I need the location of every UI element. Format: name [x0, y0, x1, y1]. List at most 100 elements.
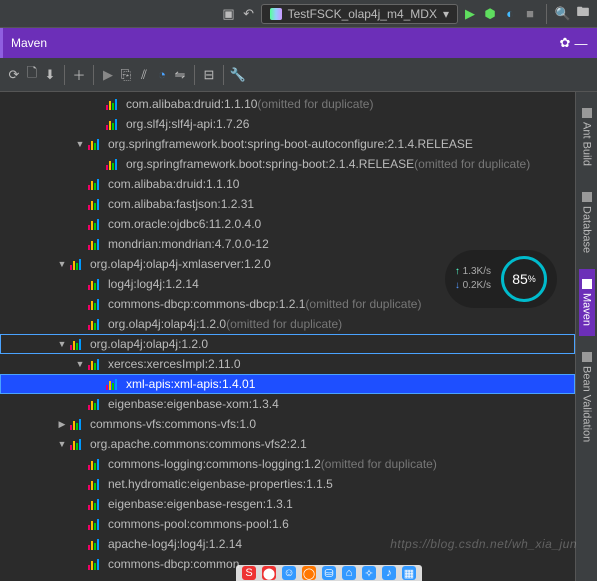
tool-tab-database[interactable]: Database [579, 182, 595, 263]
node-label: org.olap4j:olap4j:1.2.0 [108, 317, 226, 331]
node-note: (omitted for duplicate) [321, 457, 437, 471]
debug-icon[interactable]: ⬢ [482, 6, 498, 22]
usage-circle: 85% [501, 256, 547, 302]
tree-node[interactable]: ▼ org.springframework.boot:spring-boot-au… [0, 134, 575, 154]
main-area: com.alibaba:druid:1.1.10 (omitted for du… [0, 92, 597, 581]
node-label: com.alibaba:druid:1.1.10 [126, 97, 257, 111]
dependency-tree[interactable]: com.alibaba:druid:1.1.10 (omitted for du… [0, 92, 575, 581]
tree-node[interactable]: net.hydromatic:eigenbase-properties:1.1.… [0, 474, 575, 494]
tree-node[interactable]: ▶commons-vfs:commons-vfs:1.0 [0, 414, 575, 434]
dock-app-icon[interactable]: ♪ [382, 566, 396, 580]
dependency-icon [88, 458, 104, 470]
node-label: commons-dbcp:commons-dbcp:1.2.1 [108, 297, 305, 311]
node-note: (omitted for duplicate) [257, 97, 373, 111]
stop-icon[interactable]: ■ [522, 6, 538, 22]
chevron-down-icon[interactable]: ▼ [74, 358, 86, 370]
node-label: org.olap4j:olap4j:1.2.0 [90, 337, 208, 351]
chevron-down-icon[interactable]: ▼ [56, 258, 68, 270]
minimize-icon[interactable]: — [573, 35, 589, 51]
node-label: xml-apis:xml-apis:1.4.01 [126, 377, 255, 391]
node-label: eigenbase:eigenbase-xom:1.3.4 [108, 397, 279, 411]
dependency-icon [70, 258, 86, 270]
tree-node[interactable]: com.alibaba:druid:1.1.10 (omitted for du… [0, 94, 575, 114]
node-label: commons-logging:commons-logging:1.2 [108, 457, 321, 471]
chevron-down-icon[interactable]: ▼ [56, 438, 68, 450]
node-label: com.oracle:ojdbc6:11.2.0.4.0 [108, 217, 261, 231]
maven-panel-header: Maven ✿ — [0, 28, 597, 58]
run-maven-icon[interactable]: ▶ [100, 67, 116, 83]
tree-node[interactable]: commons-logging:commons-logging:1.2 (omi… [0, 454, 575, 474]
node-label: mondrian:mondrian:4.7.0.0-12 [108, 237, 269, 251]
database-icon [582, 192, 592, 202]
project-icon[interactable]: 🖿 [575, 6, 591, 22]
generate-sources-icon[interactable]: 🗋 [24, 67, 40, 83]
tree-node[interactable]: xml-apis:xml-apis:1.4.01 [0, 374, 575, 394]
right-tool-tabs: Ant Build Database Maven Bean Validation [575, 92, 597, 581]
node-label: eigenbase:eigenbase-resgen:1.3.1 [108, 497, 293, 511]
dependency-icon [88, 138, 104, 150]
dock-app-icon[interactable]: ⛁ [322, 566, 336, 580]
collapse-icon[interactable]: ⊟ [201, 67, 217, 83]
search-icon[interactable]: 🔍 [555, 6, 571, 22]
download-icon[interactable]: ⬇ [42, 67, 58, 83]
back-icon[interactable]: ↶ [241, 6, 257, 22]
dock-app-icon[interactable]: ✧ [362, 566, 376, 580]
add-icon[interactable]: ＋ [71, 67, 87, 83]
chevron-right-icon[interactable]: ▶ [56, 418, 68, 430]
toggle-skip-tests-icon[interactable]: ◔ [154, 67, 170, 83]
tree-node[interactable]: ▼xerces:xercesImpl:2.11.0 [0, 354, 575, 374]
tree-node[interactable]: commons-pool:commons-pool:1.6 [0, 514, 575, 534]
node-note: (omitted for duplicate) [414, 157, 530, 171]
execute-goal-icon[interactable]: ⎘ [118, 67, 134, 83]
refresh-icon[interactable]: ⟳ [6, 67, 22, 83]
tree-node[interactable]: eigenbase:eigenbase-resgen:1.3.1 [0, 494, 575, 514]
tab-label: Maven [581, 293, 593, 326]
tree-node[interactable]: org.slf4j:slf4j-api:1.7.26 [0, 114, 575, 134]
tree-node[interactable]: com.alibaba:fastjson:1.2.31 [0, 194, 575, 214]
dependency-icon [88, 518, 104, 530]
top-toolbar: ▣ ↶ TestFSCK_olap4j_m4_MDX ▾ ▶ ⬢ ◐ ■ 🔍 🖿 [0, 0, 597, 28]
dependency-icon [88, 558, 104, 570]
wrench-icon[interactable]: 🔧 [230, 67, 246, 83]
run-icon[interactable]: ▶ [462, 6, 478, 22]
dependency-icon [88, 198, 104, 210]
show-deps-icon[interactable]: ⇋ [172, 67, 188, 83]
toggle-offline-icon[interactable]: ⫽ [136, 67, 152, 83]
coverage-icon[interactable]: ◐ [502, 6, 518, 22]
tool-tab-maven[interactable]: Maven [579, 269, 595, 336]
maven-icon [582, 279, 592, 289]
chevron-down-icon[interactable]: ▼ [74, 138, 86, 150]
dependency-icon [88, 358, 104, 370]
node-label: org.slf4j:slf4j-api:1.7.26 [126, 117, 249, 131]
tree-node[interactable]: com.alibaba:druid:1.1.10 [0, 174, 575, 194]
dock-app-icon[interactable]: ⌂ [342, 566, 356, 580]
taskbar-dock: S ⬤ ☺ ◯ ⛁ ⌂ ✧ ♪ ▦ [236, 565, 422, 581]
dock-app-icon[interactable]: S [242, 566, 256, 580]
dependency-icon [106, 118, 122, 130]
tab-label: Bean Validation [581, 366, 593, 442]
tool-tab-beanval[interactable]: Bean Validation [579, 342, 595, 452]
tree-node[interactable]: org.olap4j:olap4j:1.2.0 (omitted for dup… [0, 314, 575, 334]
tool-tab-antbuild[interactable]: Ant Build [579, 98, 595, 176]
dock-app-icon[interactable]: ◯ [302, 566, 316, 580]
beanval-icon [582, 352, 592, 362]
tree-node[interactable]: eigenbase:eigenbase-xom:1.3.4 [0, 394, 575, 414]
dependency-icon [88, 538, 104, 550]
tree-node[interactable]: ▼ org.olap4j:olap4j:1.2.0 [0, 334, 575, 354]
dock-app-icon[interactable]: ☺ [282, 566, 296, 580]
panel-title: Maven [11, 36, 47, 50]
chevron-down-icon[interactable]: ▼ [56, 338, 68, 350]
tree-node[interactable]: ▼org.apache.commons:commons-vfs2:2.1 [0, 434, 575, 454]
tree-node[interactable]: org.springframework.boot:spring-boot:2.1… [0, 154, 575, 174]
run-config-selector[interactable]: TestFSCK_olap4j_m4_MDX ▾ [261, 4, 458, 24]
dock-app-icon[interactable]: ⬤ [262, 566, 276, 580]
settings-icon[interactable]: ✿ [557, 35, 573, 51]
tree-node[interactable]: com.oracle:ojdbc6:11.2.0.4.0 [0, 214, 575, 234]
download-speed: 0.2 [463, 280, 477, 291]
dock-app-icon[interactable]: ▦ [402, 566, 416, 580]
terminal-icon[interactable]: ▣ [221, 6, 237, 22]
dependency-icon [88, 478, 104, 490]
node-label: org.springframework.boot:spring-boot-aut… [108, 137, 473, 151]
dependency-icon [88, 298, 104, 310]
node-note: (omitted for duplicate) [226, 317, 342, 331]
